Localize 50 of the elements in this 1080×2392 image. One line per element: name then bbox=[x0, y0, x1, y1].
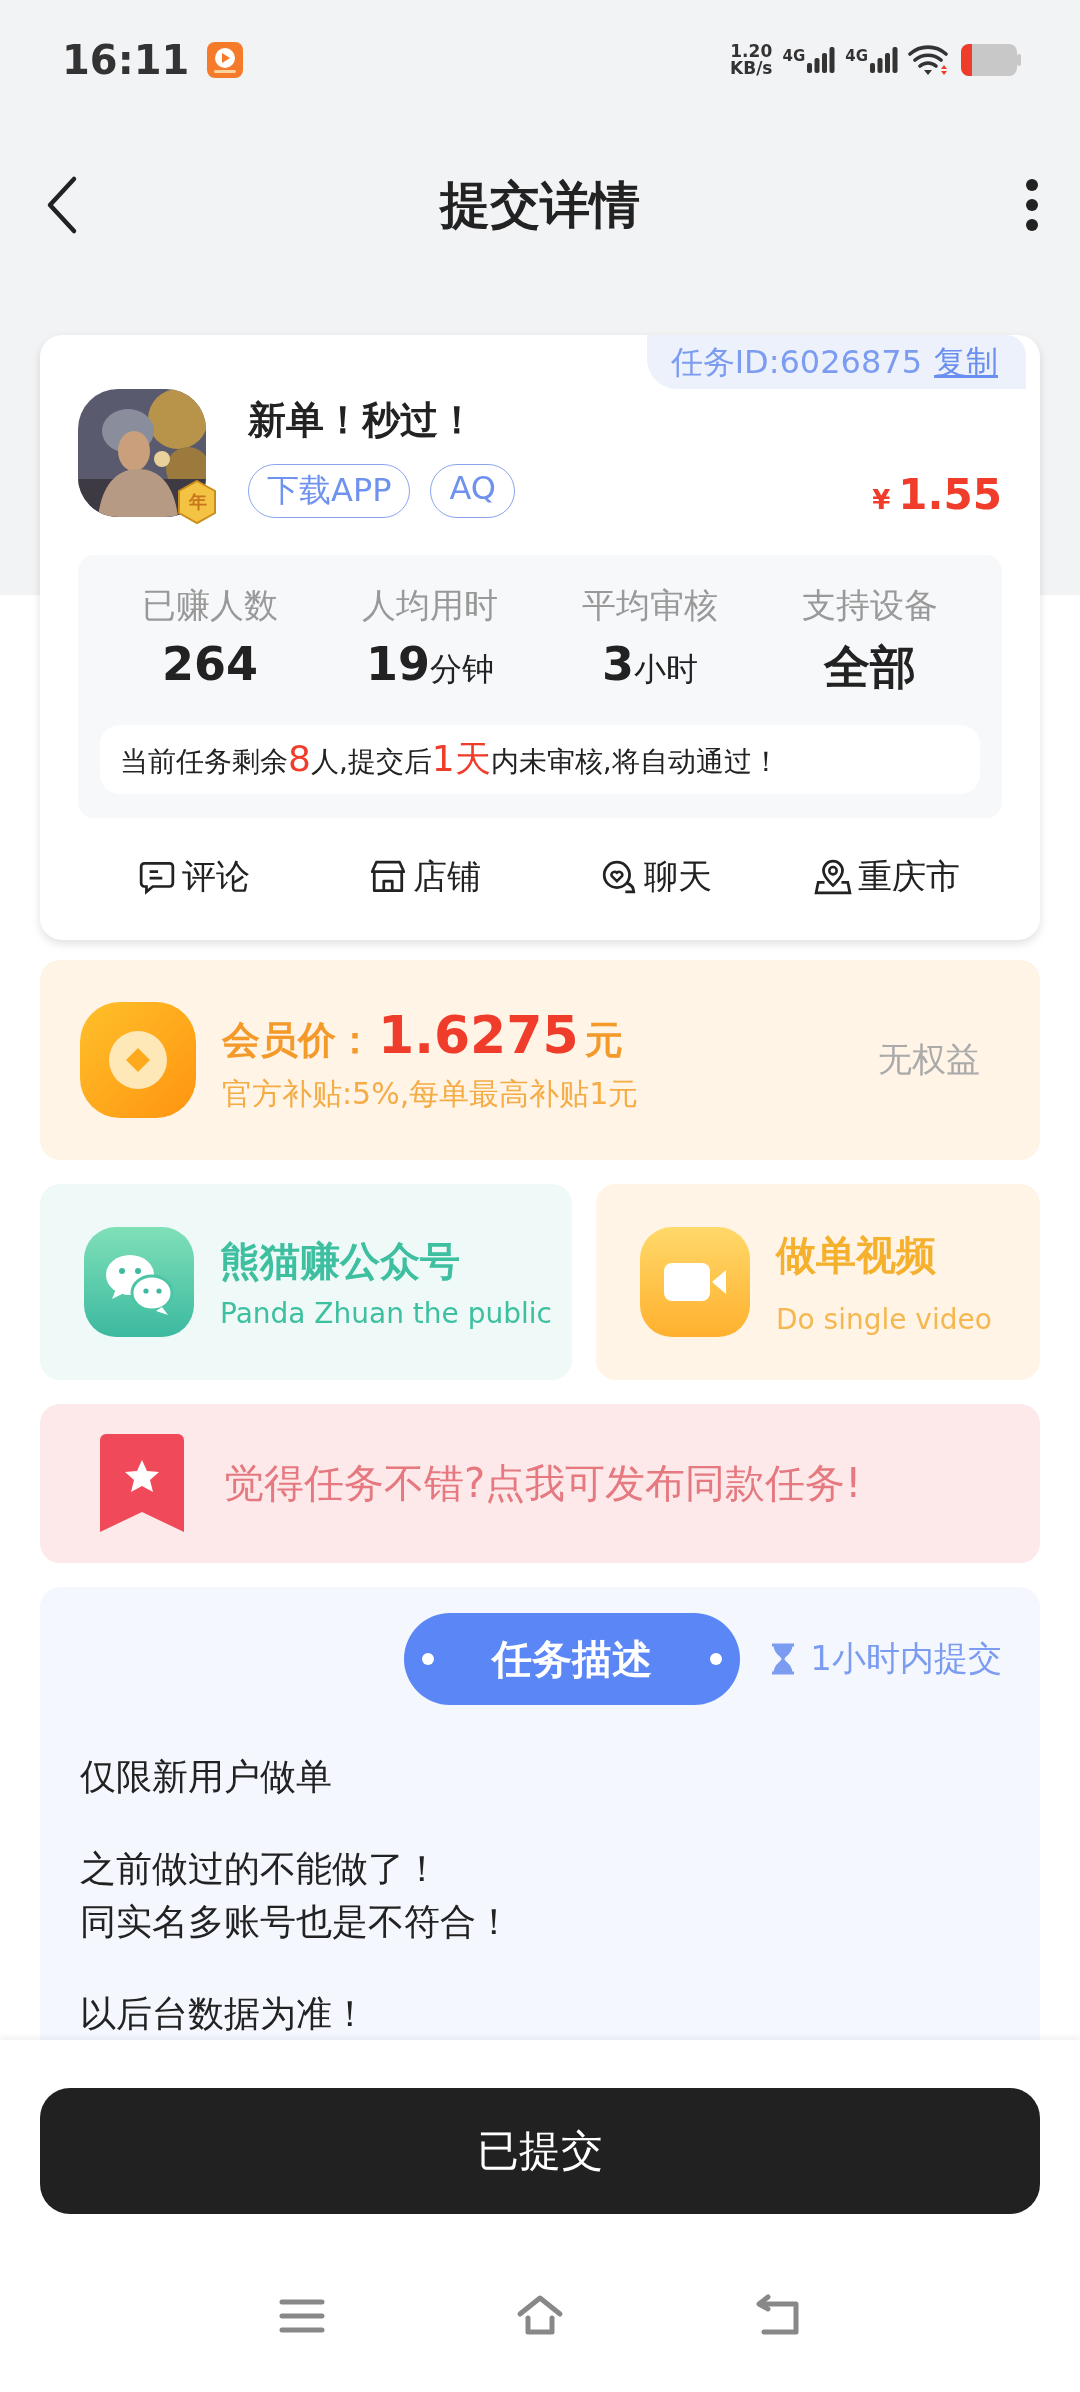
stat-value: 3小时 bbox=[602, 637, 698, 692]
stat-value: 19分钟 bbox=[366, 637, 494, 692]
publish-text: 觉得任务不错?点我可发布同款任务! bbox=[224, 1458, 862, 1508]
status-time: 16:11 bbox=[62, 37, 190, 83]
stat-label: 平均审核 bbox=[582, 584, 718, 627]
signal-icon bbox=[870, 47, 898, 73]
stat-label: 人均用时 bbox=[362, 584, 498, 627]
badge-text: 年 bbox=[189, 490, 207, 514]
app-icon bbox=[207, 42, 244, 78]
description-text: 以后台数据为准！ bbox=[80, 1991, 369, 2036]
location-icon bbox=[813, 858, 852, 896]
promo-title: 熊猫赚公众号 bbox=[220, 1236, 461, 1286]
task-price: ¥ 1.55 bbox=[872, 470, 1002, 519]
promo-subtitle: Panda Zhuan the public bbox=[220, 1296, 552, 1330]
network-type: 4G bbox=[782, 47, 806, 65]
submitted-button[interactable]: 已提交 bbox=[40, 2088, 1040, 2214]
wifi-icon bbox=[908, 43, 950, 77]
video-camera-icon bbox=[639, 1226, 750, 1337]
stat-value: 264 bbox=[162, 637, 258, 691]
signal-icon bbox=[807, 47, 836, 73]
back-nav-icon[interactable] bbox=[754, 2294, 802, 2338]
task-title: 新单！秒过！ bbox=[248, 396, 477, 444]
stat-value: 全部 bbox=[824, 639, 916, 696]
action-button[interactable]: 重庆市 bbox=[771, 842, 1002, 912]
action-button[interactable]: 店铺 bbox=[309, 842, 540, 912]
page-title: 提交详情 bbox=[440, 174, 640, 236]
action-button[interactable]: 聊天 bbox=[540, 842, 771, 912]
network-type: 4G bbox=[845, 47, 868, 65]
subsidy-text: 官方补贴:5%,每单最高补贴1元 bbox=[222, 1074, 640, 1113]
chat-bubbles-icon bbox=[84, 1226, 194, 1337]
promo-subtitle: Do single video bbox=[775, 1302, 992, 1336]
hourglass-icon bbox=[770, 1643, 797, 1676]
stat-label: 支持设备 bbox=[802, 584, 938, 627]
badge-icon bbox=[176, 479, 218, 525]
description-text: 之前做过的不能做了！ 同实名多账号也是不符合！ bbox=[80, 1847, 513, 1944]
action-button[interactable]: 评论 bbox=[78, 842, 309, 912]
benefit-text: 无权益 bbox=[878, 1037, 980, 1081]
description-text: 仅限新用户做单 bbox=[80, 1755, 333, 1800]
network-speed: 1.20 KB/s bbox=[730, 43, 773, 77]
battery-icon bbox=[960, 43, 1022, 77]
coin-icon bbox=[80, 1001, 196, 1118]
member-price: 会员价：1.6275 元 bbox=[222, 1004, 624, 1066]
stat-label: 已赚人数 bbox=[142, 584, 278, 627]
review-notice: 当前任务剩余8人,提交后1天内未审核,将自动通过！ bbox=[100, 725, 980, 794]
home-icon[interactable] bbox=[516, 2294, 564, 2338]
deadline-text: 1小时内提交 bbox=[810, 1637, 1002, 1681]
more-icon[interactable] bbox=[1024, 177, 1040, 233]
promo-title: 做单视频 bbox=[775, 1230, 937, 1280]
task-id: 任务ID:6026875 bbox=[670, 342, 922, 383]
bookmark-star-icon bbox=[100, 1434, 184, 1533]
